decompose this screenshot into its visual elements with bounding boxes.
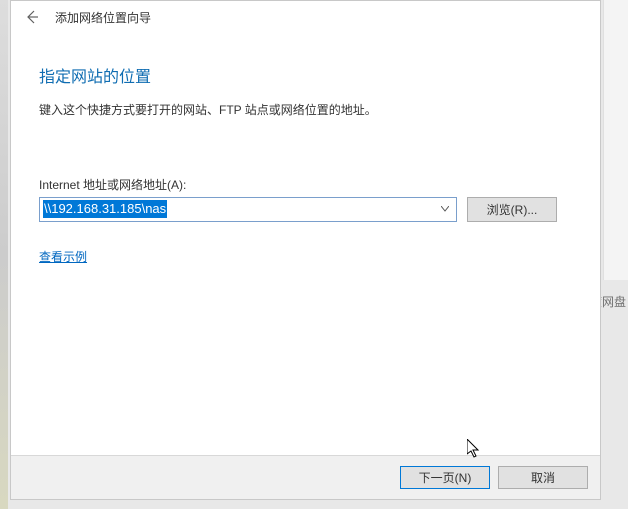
chevron-down-icon[interactable] <box>436 200 454 218</box>
browse-button[interactable]: 浏览(R)... <box>467 197 557 222</box>
next-button[interactable]: 下一页(N) <box>400 466 490 489</box>
address-combo[interactable]: \\192.168.31.185\nas <box>39 197 457 222</box>
address-input[interactable] <box>39 197 457 222</box>
arrow-left-icon <box>24 9 40 25</box>
wizard-dialog: 添加网络位置向导 指定网站的位置 键入这个快捷方式要打开的网站、FTP 站点或网… <box>10 0 601 500</box>
content-area: 指定网站的位置 键入这个快捷方式要打开的网站、FTP 站点或网络位置的地址。 I… <box>11 33 600 455</box>
page-description: 键入这个快捷方式要打开的网站、FTP 站点或网络位置的地址。 <box>39 101 572 118</box>
titlebar: 添加网络位置向导 <box>11 1 600 33</box>
footer: 下一页(N) 取消 <box>11 455 600 499</box>
address-label: Internet 地址或网络地址(A): <box>39 176 572 193</box>
background-left-edge <box>0 0 8 509</box>
page-heading: 指定网站的位置 <box>39 63 572 87</box>
window-title: 添加网络位置向导 <box>55 9 151 26</box>
back-button[interactable] <box>21 6 43 28</box>
background-side-strip <box>603 0 628 280</box>
cancel-button[interactable]: 取消 <box>498 466 588 489</box>
address-row: \\192.168.31.185\nas 浏览(R)... <box>39 197 572 222</box>
view-example-link[interactable]: 查看示例 <box>39 248 87 265</box>
